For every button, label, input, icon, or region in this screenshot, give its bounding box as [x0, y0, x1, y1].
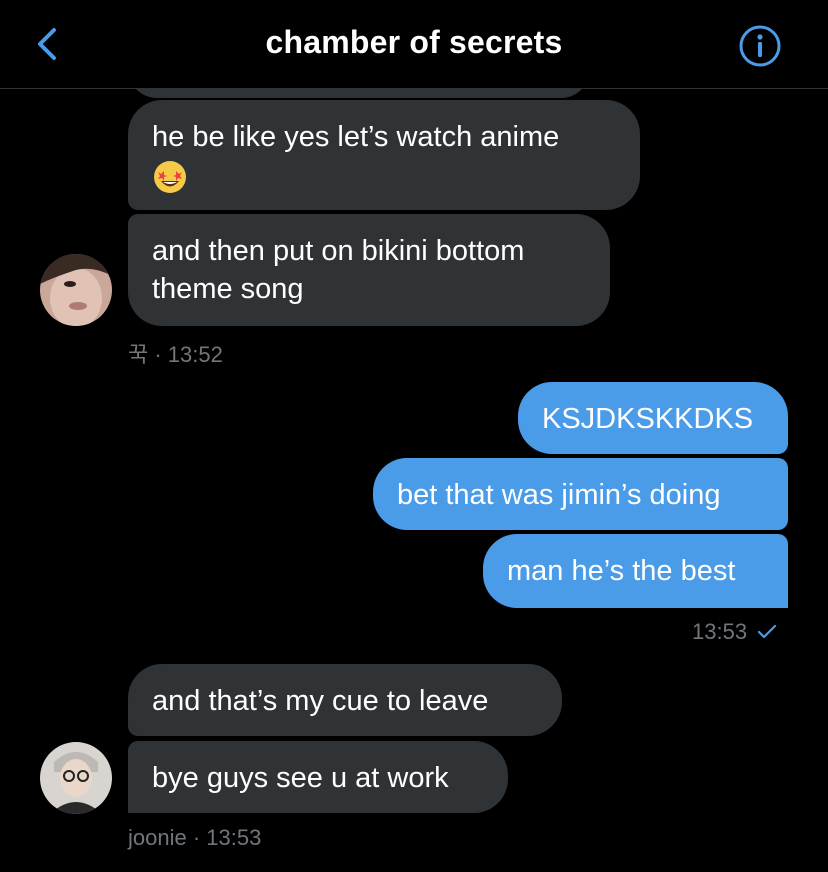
avatar-photo — [40, 254, 112, 326]
info-button[interactable] — [738, 24, 782, 68]
message-text: and that’s my cue to leave — [152, 685, 489, 717]
avatar[interactable] — [40, 254, 112, 326]
checkmark-icon — [758, 624, 777, 639]
avatar-photo — [40, 742, 112, 814]
message-bubble[interactable]: and then put on bikini bottom theme song — [128, 214, 610, 326]
message-meta: 13:53 — [692, 619, 777, 645]
message-meta: joonie · 13:53 — [128, 825, 262, 850]
message-text: he be like yes let’s watch anime — [152, 121, 560, 153]
message-bubble[interactable]: bye guys see u at work — [128, 741, 508, 813]
message-bubble-outgoing[interactable]: bet that was jimin’s doing — [373, 458, 788, 530]
message-bubble-outgoing[interactable]: KSJDKSKKDKS — [518, 382, 788, 454]
avatar[interactable] — [40, 742, 112, 814]
star-struck-emoji — [154, 161, 186, 194]
conversation-title: chamber of secrets — [265, 24, 563, 60]
message-time: 13:53 — [692, 619, 748, 644]
conversation-header: chamber of secrets — [0, 0, 828, 89]
message-meta: 꾹 · 13:52 — [128, 342, 223, 367]
message-text: KSJDKSKKDKS — [542, 403, 754, 435]
message-bubble[interactable]: and that’s my cue to leave — [128, 664, 562, 736]
message-text: bye guys see u at work — [152, 762, 449, 794]
message-text: man he’s the best — [507, 555, 736, 587]
message-bubble[interactable]: he be like yes let’s watch anime — [128, 100, 640, 210]
message-text: bet that was jimin’s doing — [397, 479, 721, 511]
message-text: and then put on bikini bottom theme song — [152, 235, 525, 305]
info-icon — [739, 25, 781, 67]
message-bubble-outgoing[interactable]: man he’s the best — [483, 534, 788, 608]
